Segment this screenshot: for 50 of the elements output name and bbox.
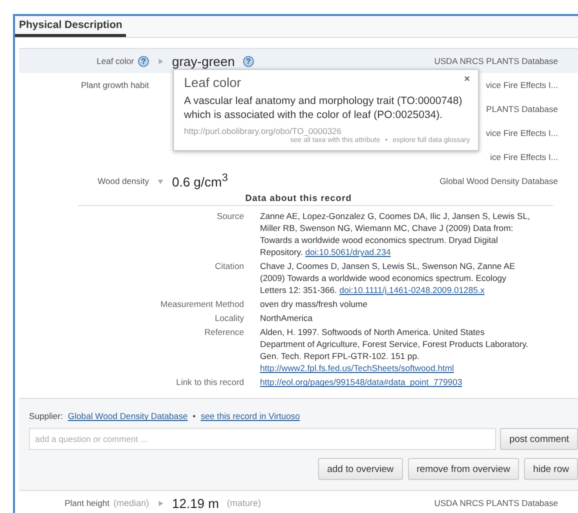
source-name: USDA NRCS PLANTS Database: [434, 498, 558, 508]
source-name: USDA NRCS PLANTS Database: [434, 56, 558, 66]
help-icon[interactable]: ?: [138, 56, 149, 66]
trait-value: gray-green: [172, 54, 235, 68]
detail-link[interactable]: doi:10.5061/dryad.234: [305, 247, 391, 258]
trait-label: Plant height: [64, 498, 110, 508]
close-icon[interactable]: ×: [464, 74, 470, 85]
collapsed-arrow-icon[interactable]: [157, 58, 164, 64]
collapsed-arrow-icon[interactable]: [157, 500, 164, 507]
source-name: vice Fire Effects I...: [486, 128, 558, 138]
term-url: http://purl.obolibrary.org/obo/TO_0000326: [184, 126, 343, 136]
value-note: (mature): [226, 498, 261, 508]
detail-text: Zanne AE, Lopez-Gonzalez G, Coomes DA, Ilic J, Jansen S, Lewis SL, Miller RB, Swenson NG, Wiemann MC, Chave J (2009) Data from: Towards a worldwide wood economics spectrum. Dryad Digital Repository. doi:10.5061/dryad.234: [260, 210, 530, 258]
trait-value: 12.19 m: [172, 496, 219, 511]
comment-field[interactable]: add a question or comment ...: [29, 428, 496, 450]
detail-link[interactable]: doi:10.1111/j.1461-0248.2009.01285.x: [339, 285, 485, 296]
trait-label: Leaf color: [96, 56, 134, 66]
detail-label: Reference: [203, 326, 244, 340]
row-action-button[interactable]: remove from overview: [408, 458, 520, 480]
detail-label: Citation: [214, 260, 244, 274]
detail-label: Measurement Method: [159, 298, 244, 310]
detail-label: Link to this record: [175, 376, 244, 388]
record-heading: Data about this record: [244, 193, 353, 203]
source-name: vice Fire Effects I...: [486, 80, 558, 90]
source-name: ice Fire Effects I...: [490, 152, 558, 162]
trait-label: Wood density: [98, 176, 149, 186]
row-action-button[interactable]: add to overview: [318, 458, 403, 480]
detail-label: Source: [216, 210, 244, 223]
virtuoso-link[interactable]: see this record in Virtuoso: [200, 411, 300, 422]
popup-description: A vascular leaf anatomy and morphology trait (TO:0000748) which is associated with the color of leaf (PO:0025034).: [184, 95, 464, 122]
qualifier-text: (median): [113, 498, 149, 508]
post-comment-button[interactable]: post comment: [500, 428, 578, 450]
trait-label: Plant growth habit: [80, 80, 149, 90]
detail-text: NorthAmerica: [260, 312, 314, 324]
source-name: Global Wood Density Database: [440, 176, 558, 186]
separator-dot: •: [192, 411, 196, 422]
detail-label: Locality: [214, 312, 244, 324]
help-icon[interactable]: ?: [242, 56, 254, 66]
section-tab[interactable]: Physical Description: [15, 19, 126, 37]
expanded-arrow-icon[interactable]: [157, 178, 164, 184]
popup-title: Leaf color: [184, 75, 242, 90]
detail-text: Chave J, Coomes D, Jansen S, Lewis SL, Swenson NG, Zanne AE (2009) Towards a worldwide wood economics spectrum. Ecology Letters 12: 351-366. doi:10.1111/j.1461-0248.2009.01285.x: [260, 260, 516, 296]
detail-link[interactable]: http://www2.fpl.fs.fed.us/TechSheets/softwood.html: [260, 363, 454, 374]
source-name: PLANTS Database: [486, 104, 558, 114]
trait-value: 0.6 g/cm$^{3}$: [172, 172, 228, 190]
supplier-label: Supplier:: [29, 411, 63, 422]
detail-text: oven dry mass/fresh volume: [260, 298, 368, 310]
row-action-button[interactable]: hide row: [524, 458, 578, 480]
detail-link[interactable]: http://eol.org/pages/991548/data#data_point_779903: [260, 377, 462, 388]
supplier-link[interactable]: Global Wood Density Database: [68, 411, 188, 422]
